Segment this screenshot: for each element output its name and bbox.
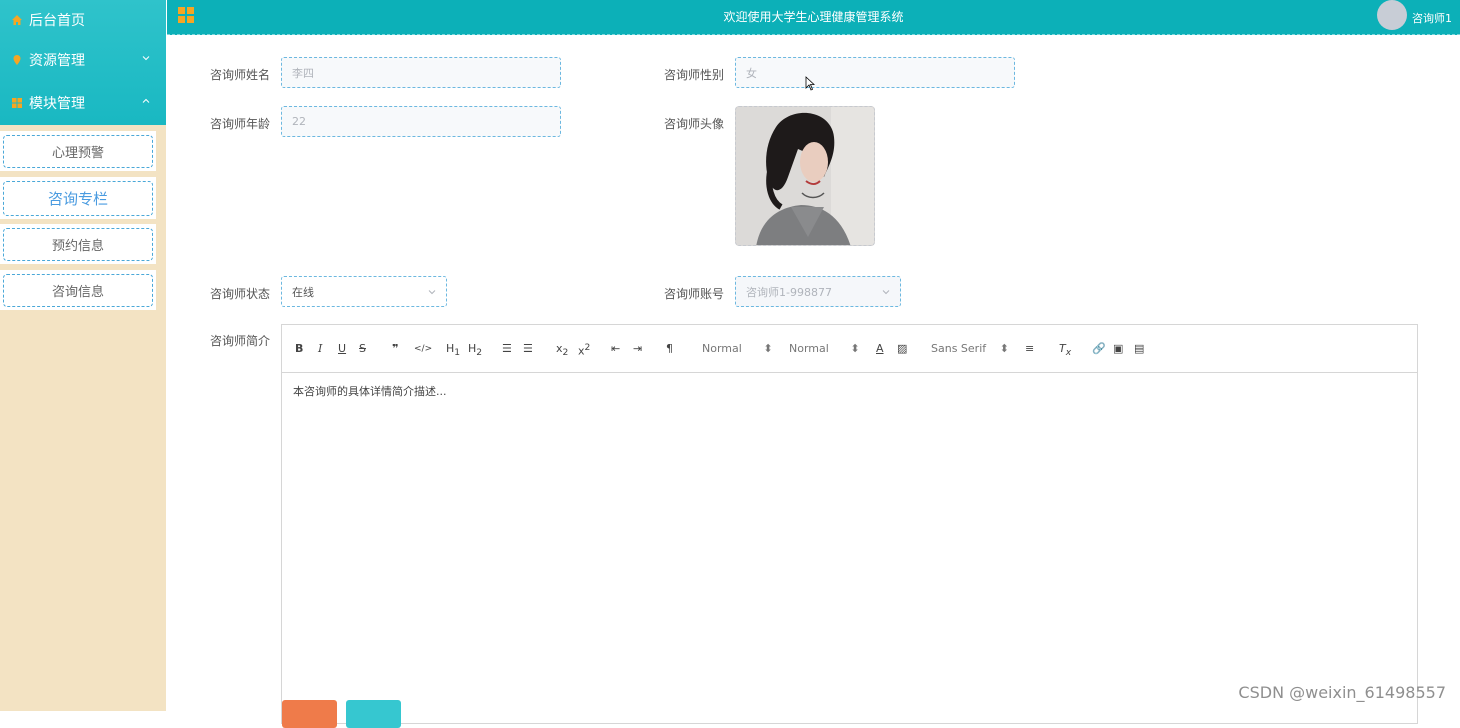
gender-value: 女 — [746, 66, 757, 80]
sidebar-item-label: 后台首页 — [29, 13, 85, 29]
chevron-down-icon — [428, 290, 436, 295]
gender-label: 咨询师性别 — [664, 68, 725, 82]
ordered-list-icon[interactable]: ☰ — [502, 342, 512, 355]
sidebar-subitem-consult[interactable]: 咨询信息 — [3, 274, 153, 307]
avatar-photo-image — [736, 107, 874, 245]
subscript-icon[interactable]: x2 — [556, 342, 568, 358]
status-label: 咨询师状态 — [210, 287, 271, 301]
sidebar-subitem-label: 咨询专栏 — [47, 190, 108, 208]
image-icon[interactable]: ▣ — [1113, 342, 1123, 355]
align-icon[interactable]: ≡ — [1025, 342, 1034, 355]
header-value: Normal — [789, 342, 829, 355]
name-value: 李四 — [292, 66, 314, 80]
font-family-select[interactable]: Sans Serif ⬍ — [931, 342, 1009, 355]
submit-button[interactable] — [282, 700, 337, 728]
chevron-down-icon — [142, 56, 150, 61]
sidebar-item-label: 资源管理 — [29, 53, 85, 69]
rich-text-editor: B I U S ❞ </> H1 H2 ☰ ☰ x2 x2 ⇤ ⇥ ¶ Norm… — [281, 324, 1418, 724]
font-size-select[interactable]: Normal ⬍ — [702, 342, 773, 355]
font-family-value: Sans Serif — [931, 342, 987, 355]
username[interactable]: 咨询师1 — [1412, 10, 1452, 26]
location-icon — [13, 55, 21, 65]
sidebar-subitem-column[interactable]: 咨询专栏 — [3, 181, 153, 216]
sidebar-subitem-label: 预约信息 — [51, 239, 104, 254]
link-icon[interactable]: 🔗 — [1092, 342, 1106, 355]
sidebar-subitem-warning[interactable]: 心理预警 — [3, 135, 153, 168]
bold-icon[interactable]: B — [295, 342, 303, 355]
text-direction-icon[interactable]: ¶ — [666, 342, 673, 355]
code-icon[interactable]: </> — [414, 344, 432, 354]
font-color-icon[interactable]: A — [876, 342, 884, 355]
heading-2-icon[interactable]: H2 — [468, 342, 482, 358]
blockquote-icon[interactable]: ❞ — [392, 342, 398, 355]
status-select[interactable]: 在线 — [281, 276, 447, 307]
status-value: 在线 — [292, 285, 314, 299]
sidebar-item-home[interactable]: 后台首页 — [0, 0, 166, 40]
sidebar-item-label: 模块管理 — [29, 96, 85, 112]
video-icon[interactable]: ▤ — [1134, 342, 1144, 355]
top-bar: 欢迎使用大学生心理健康管理系统 咨询师1 — [167, 0, 1460, 35]
background-color-icon[interactable]: ▨ — [897, 342, 907, 355]
avatar[interactable] — [1377, 0, 1407, 30]
submenu-wrap: 预约信息 — [0, 224, 156, 264]
account-label: 咨询师账号 — [664, 287, 725, 301]
font-size-value: Normal — [702, 342, 742, 355]
age-value: 22 — [292, 115, 306, 128]
submenu-wrap: 咨询专栏 — [0, 177, 156, 219]
name-field[interactable]: 李四 — [281, 57, 561, 88]
sidebar-menu: 后台首页 资源管理 模块管理 — [0, 0, 166, 125]
intro-label: 咨询师简介 — [210, 334, 271, 348]
chevron-up-icon — [142, 98, 150, 103]
header-select[interactable]: Normal ⬍ — [789, 342, 860, 355]
submenu-wrap: 咨询信息 — [0, 270, 156, 310]
submenu-wrap: 心理预警 — [0, 131, 156, 171]
heading-1-icon[interactable]: H1 — [446, 342, 460, 358]
sidebar-subitem-label: 心理预警 — [51, 146, 104, 161]
editor-toolbar: B I U S ❞ </> H1 H2 ☰ ☰ x2 x2 ⇤ ⇥ ¶ Norm… — [282, 325, 1417, 373]
outdent-icon[interactable]: ⇤ — [611, 342, 620, 355]
gender-field[interactable]: 女 — [735, 57, 1015, 88]
sidebar-subitem-label: 咨询信息 — [51, 285, 104, 300]
age-field[interactable]: 22 — [281, 106, 561, 137]
account-value: 咨询师1-998877 — [746, 285, 832, 299]
italic-icon[interactable]: I — [318, 342, 322, 355]
watermark: CSDN @weixin_61498557 — [1238, 683, 1446, 702]
home-icon — [12, 15, 22, 25]
grid-icon — [12, 98, 22, 108]
editor-content[interactable]: 本咨询师的具体详情简介描述... — [293, 383, 447, 399]
clear-format-icon[interactable]: Tx — [1059, 342, 1071, 358]
strike-icon[interactable]: S — [359, 342, 366, 355]
underline-icon[interactable]: U — [338, 342, 346, 355]
reset-button[interactable] — [346, 700, 401, 728]
sidebar-subitem-appointment[interactable]: 预约信息 — [3, 228, 153, 261]
indent-icon[interactable]: ⇥ — [633, 342, 642, 355]
avatar-label: 咨询师头像 — [664, 117, 725, 131]
superscript-icon[interactable]: x2 — [578, 342, 590, 358]
mouse-cursor-icon — [805, 76, 815, 91]
chevron-down-icon — [882, 290, 890, 295]
page-title: 欢迎使用大学生心理健康管理系统 — [723, 10, 904, 24]
avatar-upload[interactable] — [735, 106, 875, 246]
sidebar-item-resources[interactable]: 资源管理 — [0, 40, 166, 80]
name-label: 咨询师姓名 — [210, 68, 271, 82]
bullet-list-icon[interactable]: ☰ — [523, 342, 533, 355]
sidebar: 后台首页 资源管理 模块管理 心理预警 咨询专栏 预约信息 咨询信息 — [0, 0, 166, 711]
sidebar-item-modules[interactable]: 模块管理 — [0, 83, 166, 123]
account-select[interactable]: 咨询师1-998877 — [735, 276, 901, 307]
age-label: 咨询师年龄 — [210, 117, 271, 131]
